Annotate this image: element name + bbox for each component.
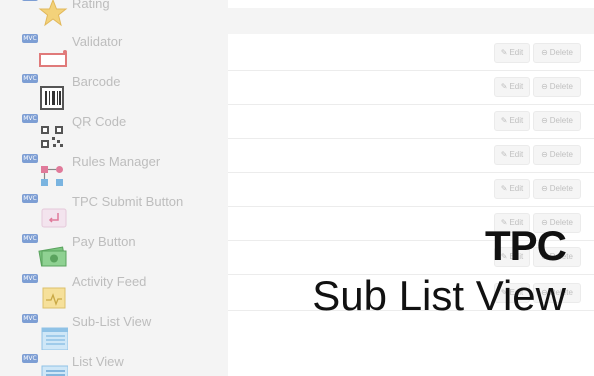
barcode-icon xyxy=(38,80,68,110)
delete-button[interactable]: ⊖ Delete xyxy=(533,111,581,131)
delete-circle-icon: ⊖ xyxy=(541,150,548,159)
sidebar-item-label: Rules Manager xyxy=(72,154,161,169)
table-row: ✎ Edit ⊖ Delete xyxy=(228,70,594,105)
pay-button-icon xyxy=(38,240,68,270)
list-header xyxy=(228,8,594,34)
delete-circle-icon: ⊖ xyxy=(541,48,548,57)
table-row: ✎ Edit ⊖ Delete xyxy=(228,172,594,207)
pencil-icon: ✎ xyxy=(500,48,508,57)
sidebar-item-label: Rating xyxy=(72,0,110,11)
delete-circle-icon: ⊖ xyxy=(541,116,548,125)
submit-button-icon xyxy=(38,200,68,230)
overlay-subtitle: Sub List View xyxy=(312,272,566,319)
mvc-badge: MVC xyxy=(22,234,38,243)
sub-list-view-icon xyxy=(38,320,68,350)
rules-manager-icon xyxy=(38,160,68,190)
qr-code-icon xyxy=(38,120,68,150)
mvc-badge: MVC xyxy=(22,274,38,283)
sidebar-item-list-view[interactable]: MVC List View xyxy=(0,354,228,376)
mvc-badge: MVC xyxy=(22,0,38,1)
mvc-badge: MVC xyxy=(22,114,38,123)
mvc-badge: MVC xyxy=(22,354,38,363)
table-row: ✎ Edit ⊖ Delete xyxy=(228,138,594,173)
edit-button[interactable]: ✎ Edit xyxy=(494,43,530,63)
validator-icon xyxy=(38,40,68,70)
sidebar-item-label: Barcode xyxy=(72,74,121,89)
pencil-icon: ✎ xyxy=(500,116,508,125)
sidebar-item-label: QR Code xyxy=(72,114,127,129)
sidebar-item-barcode[interactable]: MVC Barcode xyxy=(0,74,228,114)
delete-circle-icon: ⊖ xyxy=(541,82,548,91)
table-row: ✎ Edit ⊖ Delete xyxy=(228,36,594,71)
sidebar-item-pay-button[interactable]: MVC Pay Button xyxy=(0,234,228,274)
overlay-title: TPC xyxy=(485,222,567,269)
component-sidebar: MVC Rating MVC Validator MVC Barcode MVC… xyxy=(0,0,228,376)
delete-circle-icon: ⊖ xyxy=(541,184,548,193)
delete-button[interactable]: ⊖ Delete xyxy=(533,43,581,63)
edit-button[interactable]: ✎ Edit xyxy=(494,145,530,165)
sidebar-item-sub-list-view[interactable]: MVC Sub-List View xyxy=(0,314,228,354)
mvc-badge: MVC xyxy=(22,194,38,203)
sidebar-item-qr-code[interactable]: MVC QR Code xyxy=(0,114,228,154)
sidebar-item-activity-feed[interactable]: MVC Activity Feed xyxy=(0,274,228,314)
mvc-badge: MVC xyxy=(22,314,38,323)
sidebar-item-validator[interactable]: MVC Validator xyxy=(0,34,228,74)
list-view-icon xyxy=(38,360,68,376)
delete-button[interactable]: ⊖ Delete xyxy=(533,145,581,165)
edit-button[interactable]: ✎ Edit xyxy=(494,77,530,97)
pencil-icon: ✎ xyxy=(500,184,508,193)
table-row: ✎ Edit ⊖ Delete xyxy=(228,104,594,139)
pencil-icon: ✎ xyxy=(500,150,508,159)
delete-button[interactable]: ⊖ Delete xyxy=(533,77,581,97)
sidebar-item-label: TPC Submit Button xyxy=(72,194,184,209)
activity-feed-icon xyxy=(38,280,68,310)
sidebar-item-rules-manager[interactable]: MVC Rules Manager xyxy=(0,154,228,194)
mvc-badge: MVC xyxy=(22,74,38,83)
sidebar-item-label: Activity Feed xyxy=(72,274,147,289)
sidebar-item-label: Pay Button xyxy=(72,234,136,249)
sidebar-item-label: Sub-List View xyxy=(72,314,152,329)
sidebar-item-tpc-submit-button[interactable]: MVC TPC Submit Button xyxy=(0,194,228,234)
mvc-badge: MVC xyxy=(22,34,38,43)
edit-button[interactable]: ✎ Edit xyxy=(494,179,530,199)
sidebar-item-label: Validator xyxy=(72,34,123,49)
star-icon xyxy=(38,0,68,28)
edit-button[interactable]: ✎ Edit xyxy=(494,111,530,131)
pencil-icon: ✎ xyxy=(500,82,508,91)
sidebar-item-label: List View xyxy=(72,354,124,369)
sidebar-item-rating[interactable]: MVC Rating xyxy=(0,0,228,32)
delete-button[interactable]: ⊖ Delete xyxy=(533,179,581,199)
mvc-badge: MVC xyxy=(22,154,38,163)
